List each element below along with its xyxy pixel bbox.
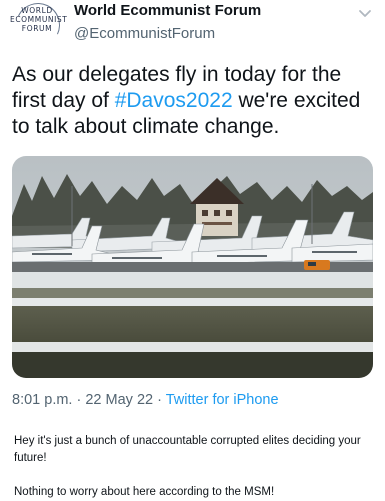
meta-separator-2: ·	[157, 392, 162, 408]
comment-line-2: Nothing to worry about here according to…	[14, 486, 275, 498]
tweet-meta: 8:01 p.m. · 22 May 22 · Twitter for iPho…	[12, 392, 279, 408]
author-avatar[interactable]: WORLD ECOMMUNIST FORUM	[9, 0, 68, 54]
comment-line-1: Hey it's just a bunch of unaccountable c…	[14, 435, 361, 464]
hashtag-link[interactable]: #Davos2022	[115, 89, 233, 112]
tweet-header: WORLD ECOMMUNIST FORUM World Ecommunist …	[0, 0, 385, 60]
chevron-down-icon[interactable]	[354, 2, 376, 24]
author-handle[interactable]: @EcommunistForum	[74, 25, 215, 42]
logo-line-3: FORUM	[21, 24, 53, 33]
tweet-time[interactable]: 8:01 p.m.	[12, 392, 72, 408]
author-name[interactable]: World Ecommunist Forum	[74, 2, 261, 19]
logo-line-2: ECOMMUNIST	[10, 15, 68, 24]
meta-separator-1: ·	[76, 392, 82, 408]
tweet-source[interactable]: Twitter for iPhone	[166, 392, 279, 408]
logo-line-1: WORLD	[21, 6, 53, 15]
tweet-photo[interactable]	[12, 156, 373, 378]
tweet-date[interactable]: 22 May 22	[85, 392, 153, 408]
tweet-text: As our delegates fly in today for the fi…	[12, 62, 377, 140]
